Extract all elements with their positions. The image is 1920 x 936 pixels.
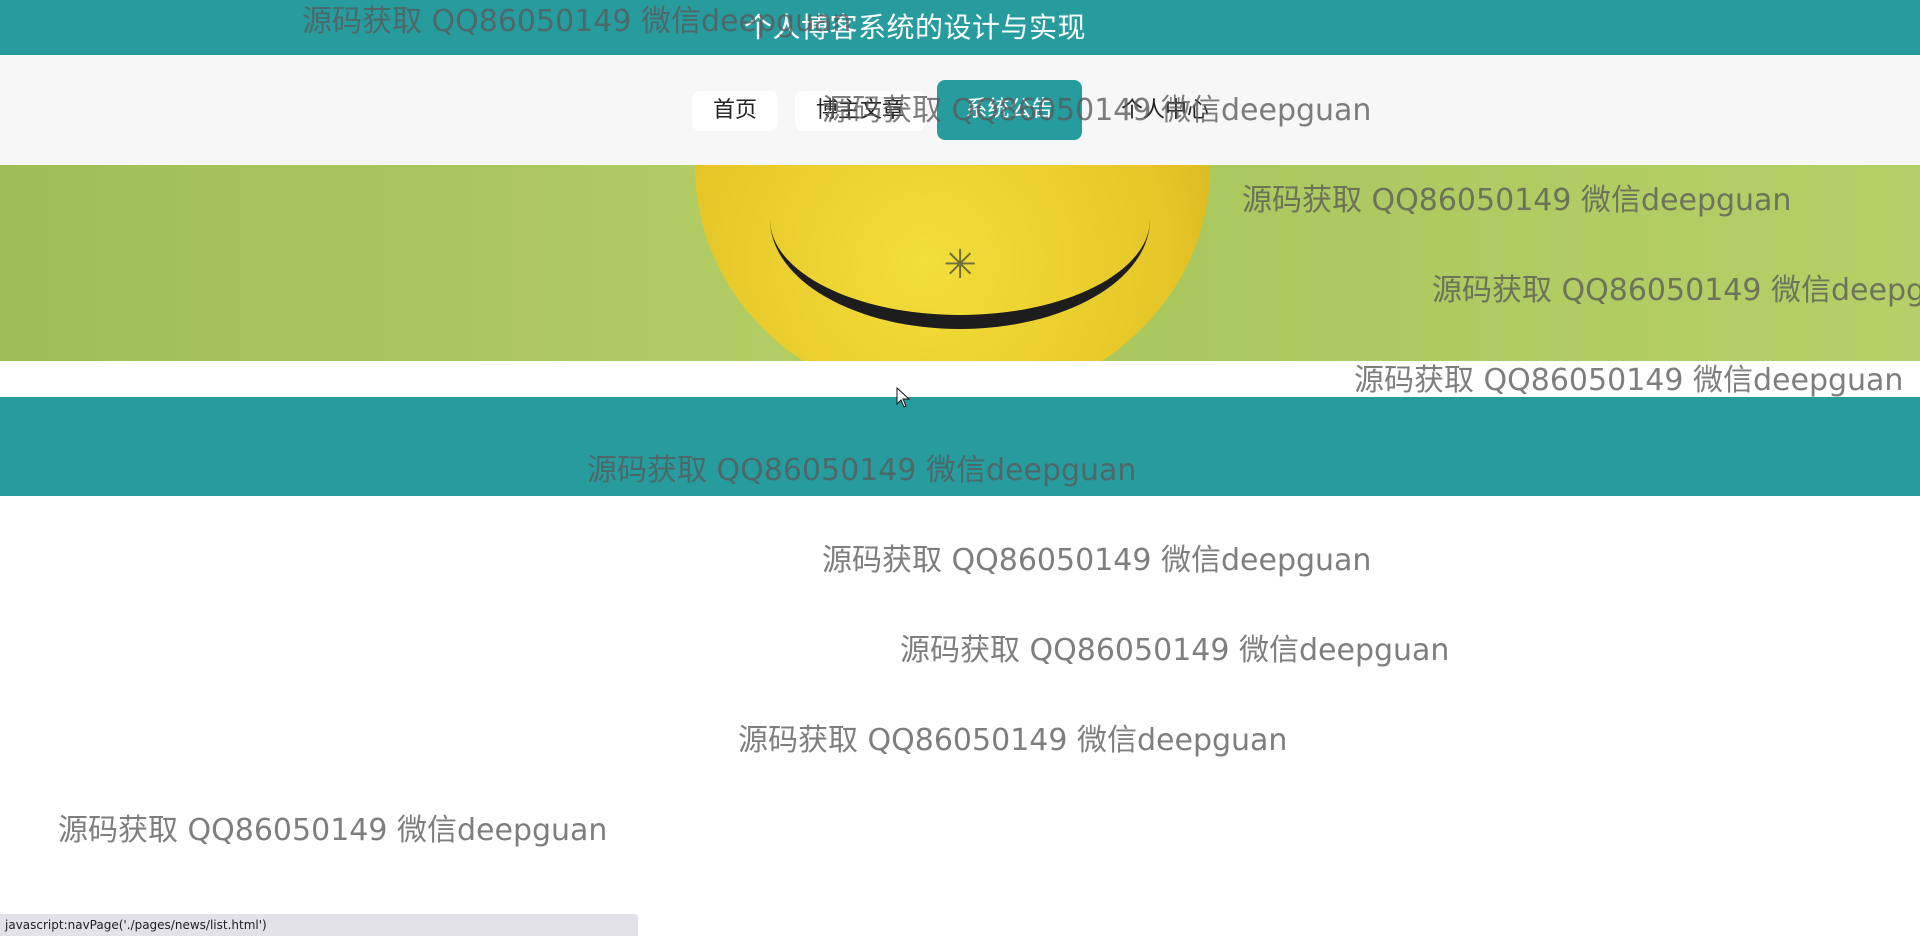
nav-personal-center[interactable]: 个人中心 — [1100, 91, 1230, 131]
watermark-text: 源码获取 QQ86050149 微信deepguan — [822, 543, 1372, 578]
top-header: 个人博客系统的设计与实现 — [0, 0, 1920, 55]
watermark-text: 源码获取 QQ86050149 微信deepguan — [1354, 363, 1904, 398]
loading-spinner-icon: ✳ — [943, 242, 977, 288]
main-nav: 首页 博主文章 系统公告 个人中心 — [0, 55, 1920, 165]
section-band — [0, 397, 1920, 496]
nav-system-notice[interactable]: 系统公告 — [937, 80, 1082, 140]
watermark-text: 源码获取 QQ86050149 微信deepguan — [900, 633, 1450, 668]
mouse-cursor-icon — [896, 387, 911, 408]
nav-blogger-articles[interactable]: 博主文章 — [795, 91, 925, 131]
nav-home[interactable]: 首页 — [692, 91, 778, 131]
banner-carousel[interactable]: ✳ — [0, 165, 1920, 361]
watermark-text: 源码获取 QQ86050149 微信deepguan — [58, 813, 608, 848]
site-title: 个人博客系统的设计与实现 — [743, 11, 1086, 44]
watermark-text: 源码获取 QQ86050149 微信deepguan — [738, 723, 1288, 758]
browser-status-bar: javascript:navPage('./pages/news/list.ht… — [0, 914, 638, 936]
